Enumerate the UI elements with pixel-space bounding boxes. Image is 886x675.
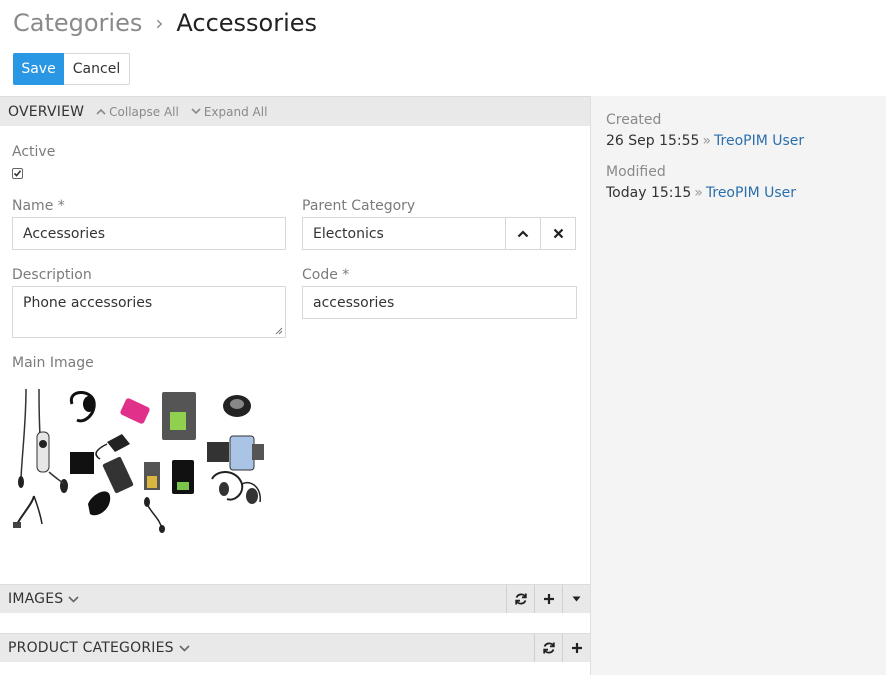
overview-panel-header: OVERVIEW Collapse All Expand All (0, 96, 590, 126)
created-value: 26 Sep 15:55» TreoPIM User (606, 133, 804, 149)
images-panel-header: IMAGES (0, 584, 590, 613)
images-dropdown-button[interactable] (562, 585, 590, 613)
description-textarea[interactable]: Phone accessories (12, 286, 286, 338)
expand-all-label: Expand All (203, 104, 268, 119)
modified-time: Today 15:15 (606, 185, 692, 201)
expand-all-link[interactable]: Expand All (191, 104, 268, 119)
images-panel-buttons (506, 585, 590, 613)
cancel-button[interactable]: Cancel (64, 53, 130, 85)
page-title: Accessories (176, 9, 318, 37)
resize-handle-icon[interactable] (275, 327, 283, 335)
product-categories-panel-header: PRODUCT CATEGORIES (0, 633, 590, 662)
save-button[interactable]: Save (13, 53, 64, 85)
modified-separator: » (694, 185, 703, 201)
refresh-icon (514, 593, 527, 605)
plus-icon (543, 594, 554, 604)
product-categories-add-button[interactable] (562, 634, 590, 662)
product-categories-refresh-button[interactable] (534, 634, 562, 662)
plus-icon (571, 643, 582, 653)
modified-user-link[interactable]: TreoPIM User (706, 185, 796, 201)
collapse-all-label: Collapse All (109, 104, 179, 119)
breadcrumb-separator: › (155, 11, 164, 35)
created-separator: » (702, 133, 712, 149)
images-refresh-button[interactable] (506, 585, 534, 613)
images-chevron-down-icon[interactable] (68, 595, 79, 603)
modified-value: Today 15:15» TreoPIM User (606, 185, 796, 201)
collapse-all-link[interactable]: Collapse All (96, 105, 179, 119)
action-buttons: Save Cancel (13, 53, 130, 85)
close-icon (553, 228, 563, 239)
breadcrumb: Categories › Accessories (13, 6, 317, 40)
checkmark-icon (13, 170, 22, 177)
breadcrumb-categories-link[interactable]: Categories (13, 9, 142, 37)
main-image-label: Main Image (12, 355, 94, 371)
chevron-down-icon (191, 108, 201, 115)
side-panel: Created 26 Sep 15:55» TreoPIM User Modifi… (590, 96, 886, 675)
description-text: Phone accessories (23, 295, 153, 311)
main-panel: OVERVIEW Collapse All Expand All Active … (0, 96, 590, 675)
product-categories-title[interactable]: PRODUCT CATEGORIES (8, 640, 174, 656)
modified-label: Modified (606, 164, 666, 180)
product-categories-panel-buttons (534, 634, 590, 662)
code-input[interactable]: accessories (302, 286, 577, 319)
name-input[interactable]: Accessories (12, 217, 286, 250)
accessories-image (13, 388, 264, 533)
created-user-link[interactable]: TreoPIM User (714, 133, 804, 149)
created-time: 26 Sep 15:55 (606, 133, 700, 149)
description-label: Description (12, 267, 92, 283)
images-add-button[interactable] (534, 585, 562, 613)
overview-title: OVERVIEW (8, 103, 85, 120)
active-label: Active (12, 144, 56, 160)
parent-category-clear-button[interactable] (540, 217, 576, 250)
caret-down-icon (572, 596, 581, 602)
product-categories-chevron-down-icon[interactable] (179, 644, 190, 652)
name-label: Name * (12, 198, 65, 214)
chevron-up-icon (517, 229, 529, 237)
code-label: Code * (302, 267, 350, 283)
active-checkbox[interactable] (12, 168, 23, 179)
created-label: Created (606, 112, 662, 128)
chevron-up-icon (96, 108, 106, 115)
parent-category-label: Parent Category (302, 198, 416, 214)
refresh-icon (542, 642, 555, 654)
images-title[interactable]: IMAGES (8, 591, 63, 607)
parent-category-select-button[interactable] (505, 217, 541, 250)
parent-category-input[interactable]: Electonics (302, 217, 506, 250)
main-image[interactable] (12, 384, 267, 534)
